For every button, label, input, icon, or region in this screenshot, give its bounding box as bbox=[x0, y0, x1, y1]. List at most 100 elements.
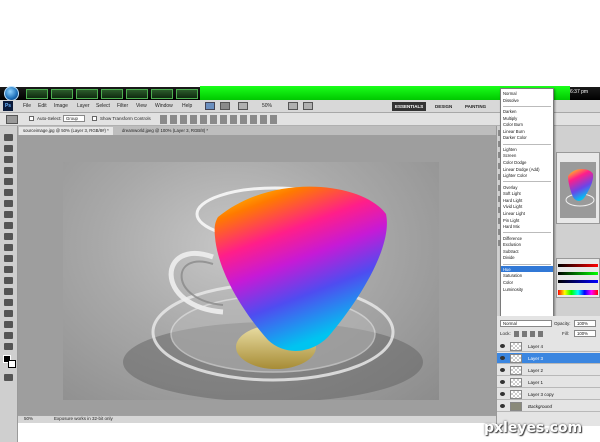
mini-bridge-icon[interactable] bbox=[220, 102, 230, 110]
blend-mode-dropdown-list[interactable]: Normal Dissolve Darken Multiply Color Burn Li… bbox=[500, 88, 554, 319]
blend-mode-item[interactable]: Darken bbox=[503, 109, 517, 114]
hand-icon[interactable] bbox=[238, 102, 248, 110]
menu-window[interactable]: Window bbox=[155, 103, 173, 109]
shape-tool-icon[interactable] bbox=[4, 321, 13, 328]
menu-edit[interactable]: Edit bbox=[38, 103, 47, 109]
quick-mask-icon[interactable] bbox=[4, 374, 13, 381]
blend-mode-item[interactable]: Exclusion bbox=[503, 242, 521, 247]
blend-mode-item[interactable]: Vivid Light bbox=[503, 204, 522, 209]
hand-tool-icon[interactable] bbox=[4, 343, 13, 350]
menu-image[interactable]: Image bbox=[54, 103, 68, 109]
menu-layer[interactable]: Layer bbox=[77, 103, 90, 109]
blend-mode-item[interactable]: Darker Color bbox=[503, 135, 527, 140]
blend-mode-select[interactable]: Normal bbox=[500, 320, 552, 327]
align-distribute-icons[interactable] bbox=[160, 115, 280, 124]
eyedropper-tool-icon[interactable] bbox=[4, 189, 13, 196]
clone-stamp-tool-icon[interactable] bbox=[4, 222, 13, 229]
menu-file[interactable]: File bbox=[23, 103, 31, 109]
visibility-eye-icon[interactable] bbox=[500, 344, 505, 348]
blend-mode-item[interactable]: Linear Dodge (Add) bbox=[503, 167, 540, 172]
taskbar-button[interactable] bbox=[26, 89, 48, 99]
lasso-tool-icon[interactable] bbox=[4, 156, 13, 163]
visibility-eye-icon[interactable] bbox=[500, 356, 505, 360]
taskbar-button[interactable] bbox=[76, 89, 98, 99]
arrange-documents-icon[interactable] bbox=[288, 102, 298, 110]
workspace-essentials[interactable]: ESSENTIALS bbox=[392, 102, 427, 111]
taskbar-button[interactable] bbox=[151, 89, 173, 99]
blend-mode-item[interactable]: Multiply bbox=[503, 116, 517, 121]
menu-filter[interactable]: Filter bbox=[117, 103, 128, 109]
move-tool-preset-icon[interactable] bbox=[6, 115, 18, 124]
type-tool-icon[interactable] bbox=[4, 299, 13, 306]
blend-mode-item[interactable]: Divide bbox=[503, 255, 515, 260]
layer-row[interactable]: Layer 4 bbox=[497, 341, 600, 352]
quick-select-tool-icon[interactable] bbox=[4, 167, 13, 174]
bridge-icon[interactable] bbox=[205, 102, 215, 110]
blend-mode-item[interactable]: Color Dodge bbox=[503, 160, 527, 165]
gradient-tool-icon[interactable] bbox=[4, 255, 13, 262]
taskbar-button[interactable] bbox=[126, 89, 148, 99]
layer-row[interactable]: Layer 2 bbox=[497, 365, 600, 376]
healing-brush-tool-icon[interactable] bbox=[4, 200, 13, 207]
transform-controls-checkbox[interactable] bbox=[92, 116, 97, 122]
fill-field[interactable]: 100% bbox=[574, 330, 596, 337]
auto-select-checkbox[interactable] bbox=[29, 116, 34, 122]
blend-mode-item[interactable]: Screen bbox=[503, 153, 516, 158]
blend-mode-item[interactable]: Luminosity bbox=[503, 287, 523, 292]
marquee-tool-icon[interactable] bbox=[4, 145, 13, 152]
blend-mode-item[interactable]: Hard Light bbox=[503, 198, 522, 203]
taskbar-button[interactable] bbox=[101, 89, 123, 99]
blend-mode-item[interactable]: Dissolve bbox=[503, 98, 519, 103]
blend-mode-item[interactable]: Saturation bbox=[503, 273, 522, 278]
zoom-level-dropdown[interactable]: 50% bbox=[262, 103, 272, 109]
blend-mode-item[interactable]: Subtract bbox=[503, 249, 519, 254]
blend-mode-item[interactable]: Color Burn bbox=[503, 122, 523, 127]
navigator-thumbnail[interactable] bbox=[560, 162, 596, 218]
dodge-tool-icon[interactable] bbox=[4, 277, 13, 284]
taskbar-button[interactable] bbox=[176, 89, 198, 99]
status-zoom[interactable]: 50% bbox=[24, 416, 33, 421]
color-ramp[interactable] bbox=[558, 290, 598, 295]
blend-mode-item[interactable]: Lighten bbox=[503, 147, 517, 152]
blend-mode-item[interactable]: Linear Light bbox=[503, 211, 525, 216]
blue-slider[interactable] bbox=[558, 280, 598, 283]
clock[interactable]: 6:37 pm bbox=[570, 89, 588, 95]
blend-mode-item[interactable]: Linear Burn bbox=[503, 129, 525, 134]
auto-select-dropdown[interactable]: Group bbox=[63, 115, 85, 122]
3d-rotate-tool-icon[interactable] bbox=[4, 332, 13, 339]
blend-mode-item[interactable]: Normal bbox=[503, 91, 517, 96]
blend-mode-item[interactable]: Pin Light bbox=[503, 218, 519, 223]
workspace-painting[interactable]: PAINTING bbox=[462, 102, 489, 111]
blend-mode-item[interactable]: Color bbox=[503, 280, 513, 285]
document-tab-active[interactable]: sourceimage.jpg @ 50% (Layer 3, RGB/8#) … bbox=[19, 127, 113, 135]
layer-row[interactable]: Background bbox=[497, 401, 600, 412]
layer-row[interactable]: Layer 3 copy bbox=[497, 389, 600, 400]
green-slider[interactable] bbox=[558, 272, 598, 275]
opacity-field[interactable]: 100% bbox=[574, 320, 596, 327]
screen-mode-icon[interactable] bbox=[303, 102, 313, 110]
blend-mode-item[interactable]: Difference bbox=[503, 236, 522, 241]
background-color-swatch[interactable] bbox=[8, 360, 16, 368]
blend-mode-item[interactable]: Hue bbox=[503, 267, 511, 272]
crop-tool-icon[interactable] bbox=[4, 178, 13, 185]
menu-view[interactable]: View bbox=[136, 103, 147, 109]
layer-row[interactable]: Layer 1 bbox=[497, 377, 600, 388]
brush-tool-icon[interactable] bbox=[4, 211, 13, 218]
taskbar-button[interactable] bbox=[51, 89, 73, 99]
lock-icons[interactable] bbox=[514, 331, 544, 337]
red-slider[interactable] bbox=[558, 264, 598, 267]
blend-mode-item[interactable]: Soft Light bbox=[503, 191, 521, 196]
visibility-eye-icon[interactable] bbox=[500, 392, 505, 396]
layer-row[interactable]: Layer 3 bbox=[497, 353, 600, 364]
visibility-eye-icon[interactable] bbox=[500, 368, 505, 372]
pen-tool-icon[interactable] bbox=[4, 288, 13, 295]
menu-select[interactable]: Select bbox=[96, 103, 110, 109]
blur-tool-icon[interactable] bbox=[4, 266, 13, 273]
move-tool-icon[interactable] bbox=[4, 134, 13, 141]
menu-help[interactable]: Help bbox=[182, 103, 192, 109]
visibility-eye-icon[interactable] bbox=[500, 380, 505, 384]
blend-mode-item[interactable]: Hard Mix bbox=[503, 224, 520, 229]
blend-mode-item[interactable]: Lighter Color bbox=[503, 173, 527, 178]
eraser-tool-icon[interactable] bbox=[4, 244, 13, 251]
document-canvas[interactable] bbox=[63, 162, 439, 400]
